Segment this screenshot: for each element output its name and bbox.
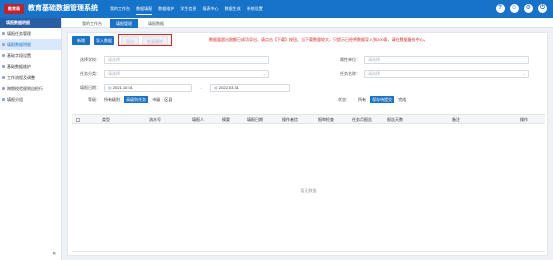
user-icon[interactable]: ☺ bbox=[509, 4, 519, 13]
date-end-input[interactable]: ▦ 2022.03.31 bbox=[210, 84, 290, 92]
sidebar-item-groups[interactable]: 填报分组 bbox=[0, 94, 61, 105]
collapse-icon[interactable]: « bbox=[53, 251, 56, 257]
nav-item-data-maintain[interactable]: 数据维护 bbox=[158, 4, 174, 14]
sidebar-item-task-manage[interactable]: 填报任务管理 bbox=[0, 28, 61, 39]
task-select[interactable]: 请选择 ⌄ bbox=[364, 70, 529, 78]
date-start-input[interactable]: ▦ 2021.10.01 bbox=[104, 84, 192, 92]
sidebar-item-cross-check[interactable]: 跨期校验规则自检行 bbox=[0, 83, 61, 94]
empty-state-text: 暂无数据 bbox=[300, 188, 317, 193]
tab-workbench[interactable]: 我的工作台 bbox=[76, 19, 108, 28]
level-radio-group: 所有级别 高级别任务 市级 区县 bbox=[104, 96, 175, 103]
type-label: 任务分类： bbox=[80, 71, 100, 76]
column-header: 流水号 bbox=[149, 117, 161, 122]
table-header: 类型 流水号 填报人 摘要 填报日期 操作者信 报审检查 任务月报告 报告天数 … bbox=[72, 114, 545, 124]
nav-item-workbench[interactable]: 我的工作台 bbox=[110, 4, 130, 14]
notice-text: 数据量超出限额已成功导出，请点击【下载】按钮，当下载数量较大，只提示已经将数据导… bbox=[209, 37, 428, 42]
school-select[interactable]: 请选择 bbox=[104, 56, 269, 64]
add-button[interactable]: 新增 bbox=[72, 36, 90, 45]
sidebar: 填报数据明细 填报任务管理 填报数据明细 基础字段设置 基础数据维护 工作流程及… bbox=[0, 18, 62, 260]
import-button[interactable]: 导入数据 bbox=[94, 36, 114, 45]
sidebar-item-data-detail[interactable]: 填报数据明细 bbox=[0, 39, 61, 50]
sidebar-item-data-maintain[interactable]: 基础数据维护 bbox=[0, 61, 61, 72]
column-header: 填报人 bbox=[192, 117, 204, 122]
settings-icon[interactable]: ⚙ bbox=[523, 4, 533, 13]
level-option-high[interactable]: 高级别任务 bbox=[124, 96, 149, 103]
column-header: 填报日期 bbox=[247, 117, 263, 122]
nav-item-data-generate[interactable]: 数据生成 bbox=[225, 4, 241, 14]
help-icon[interactable]: ? bbox=[495, 4, 505, 13]
column-header: 任务月报告 bbox=[352, 117, 372, 122]
power-icon[interactable]: ⏻ bbox=[538, 4, 547, 13]
app-logo: 教育局 bbox=[4, 4, 24, 14]
main-panel: 新增 导入数据 导出 批量删除 数据量超出限额已成功导出，请点击【下载】按钮，当… bbox=[67, 32, 548, 256]
column-header: 备注 bbox=[452, 117, 460, 122]
sidebar-title: 填报数据明细 bbox=[0, 18, 61, 28]
column-header: 报审检查 bbox=[318, 117, 334, 122]
tab-report-data[interactable]: 填报数据 bbox=[142, 19, 170, 28]
level-option-county[interactable]: 区县 bbox=[164, 97, 172, 102]
level-label: 等级： bbox=[88, 97, 100, 102]
app-title: 教育基础数据管理系统 bbox=[28, 5, 98, 12]
nav-item-system-settings[interactable]: 系统设置 bbox=[247, 4, 263, 14]
top-header-bar: 教育局 教育基础数据管理系统 我的工作台 数据填报 数据维护 学生信息 报表中心… bbox=[0, 0, 553, 18]
school-label: 选择学校： bbox=[80, 57, 100, 62]
status-option-pending[interactable]: 保存待提交 bbox=[370, 96, 395, 103]
column-header: 摘要 bbox=[222, 117, 230, 122]
unit-label: 属性单位： bbox=[340, 57, 360, 62]
status-option-all[interactable]: 所有 bbox=[358, 97, 366, 102]
level-option-all[interactable]: 所有级别 bbox=[104, 97, 120, 102]
nav-item-student-info[interactable]: 学生信息 bbox=[180, 4, 196, 14]
level-option-city[interactable]: 市级 bbox=[152, 97, 160, 102]
date-separator: - bbox=[200, 85, 202, 90]
unit-select[interactable]: 请选择 bbox=[364, 56, 529, 64]
task-label: 任务名称： bbox=[340, 71, 360, 76]
highlight-box bbox=[118, 34, 172, 46]
main-nav: 我的工作台 数据填报 数据维护 学生信息 报表中心 数据生成 系统设置 bbox=[110, 4, 268, 15]
status-radio-group: 所有 保存待提交 完成 bbox=[358, 96, 409, 103]
chevron-down-icon: ⌄ bbox=[522, 71, 526, 76]
column-header: 类型 bbox=[102, 117, 110, 122]
sidebar-item-workflow[interactable]: 工作流程及调整 bbox=[0, 72, 61, 83]
column-header: 操作者信 bbox=[282, 117, 298, 122]
column-header: 操作 bbox=[520, 117, 528, 122]
date-label: 填报日期： bbox=[80, 85, 100, 90]
status-label: 状态： bbox=[338, 97, 350, 102]
status-option-done[interactable]: 完成 bbox=[398, 97, 406, 102]
header-icons: ? ☺ ⚙ ⏻ bbox=[492, 4, 547, 14]
nav-item-data-report[interactable]: 数据填报 bbox=[136, 4, 153, 15]
tab-report-manage[interactable]: 填报管理 bbox=[110, 19, 138, 28]
sidebar-item-field-settings[interactable]: 基础字段设置 bbox=[0, 50, 61, 61]
nav-item-report-center[interactable]: 报表中心 bbox=[203, 4, 219, 14]
select-all-checkbox[interactable] bbox=[76, 118, 80, 122]
tab-bar: 我的工作台 填报管理 填报数据 bbox=[62, 18, 553, 28]
type-select[interactable]: 请选择 ⌄ bbox=[104, 70, 269, 78]
chevron-down-icon: ⌄ bbox=[262, 71, 266, 76]
column-header: 报告天数 bbox=[387, 117, 403, 122]
